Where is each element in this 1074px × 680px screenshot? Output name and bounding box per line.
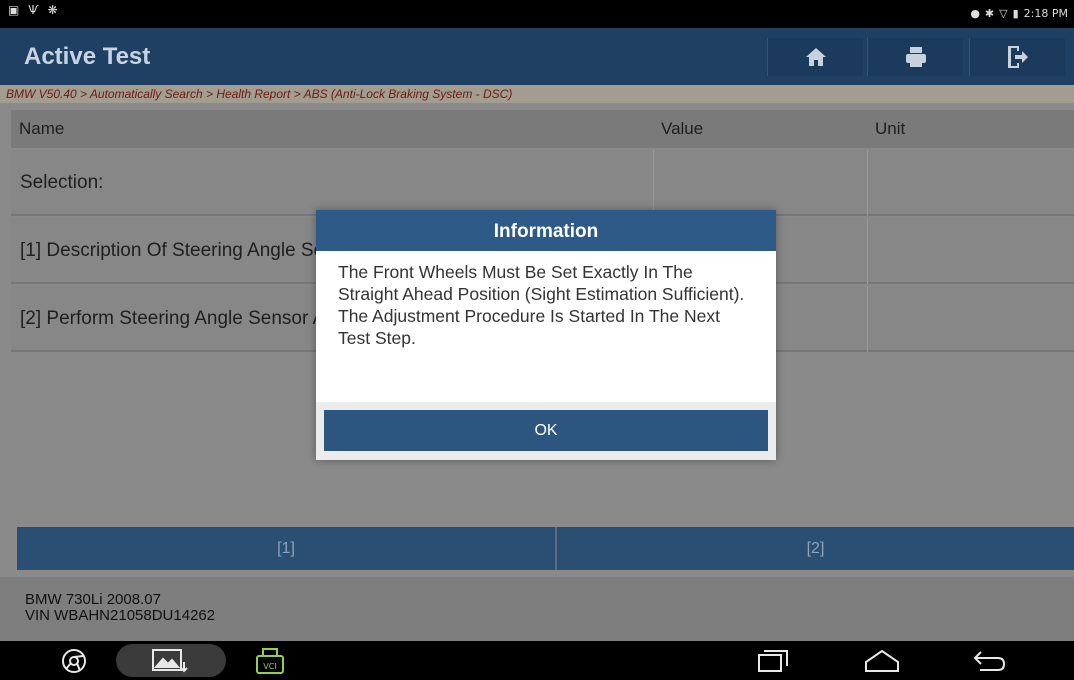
dialog-message-line: The Front Wheels Must Be Set Exactly In … <box>338 262 745 304</box>
ok-button[interactable]: OK <box>324 410 768 451</box>
dialog-message: The Front Wheels Must Be Set Exactly In … <box>316 251 776 402</box>
information-dialog: Information The Front Wheels Must Be Set… <box>316 210 776 460</box>
dialog-message-line: The Adjustment Procedure Is Started In T… <box>338 306 720 348</box>
screen: ▣ Ѱ ❋ ● ✱ ▽ ▮ 2:18 PM Active Test BMW V5… <box>0 0 1074 680</box>
dialog-title: Information <box>316 210 776 251</box>
modal-overlay: Information The Front Wheels Must Be Set… <box>0 0 1074 680</box>
dialog-footer: OK <box>316 402 776 460</box>
